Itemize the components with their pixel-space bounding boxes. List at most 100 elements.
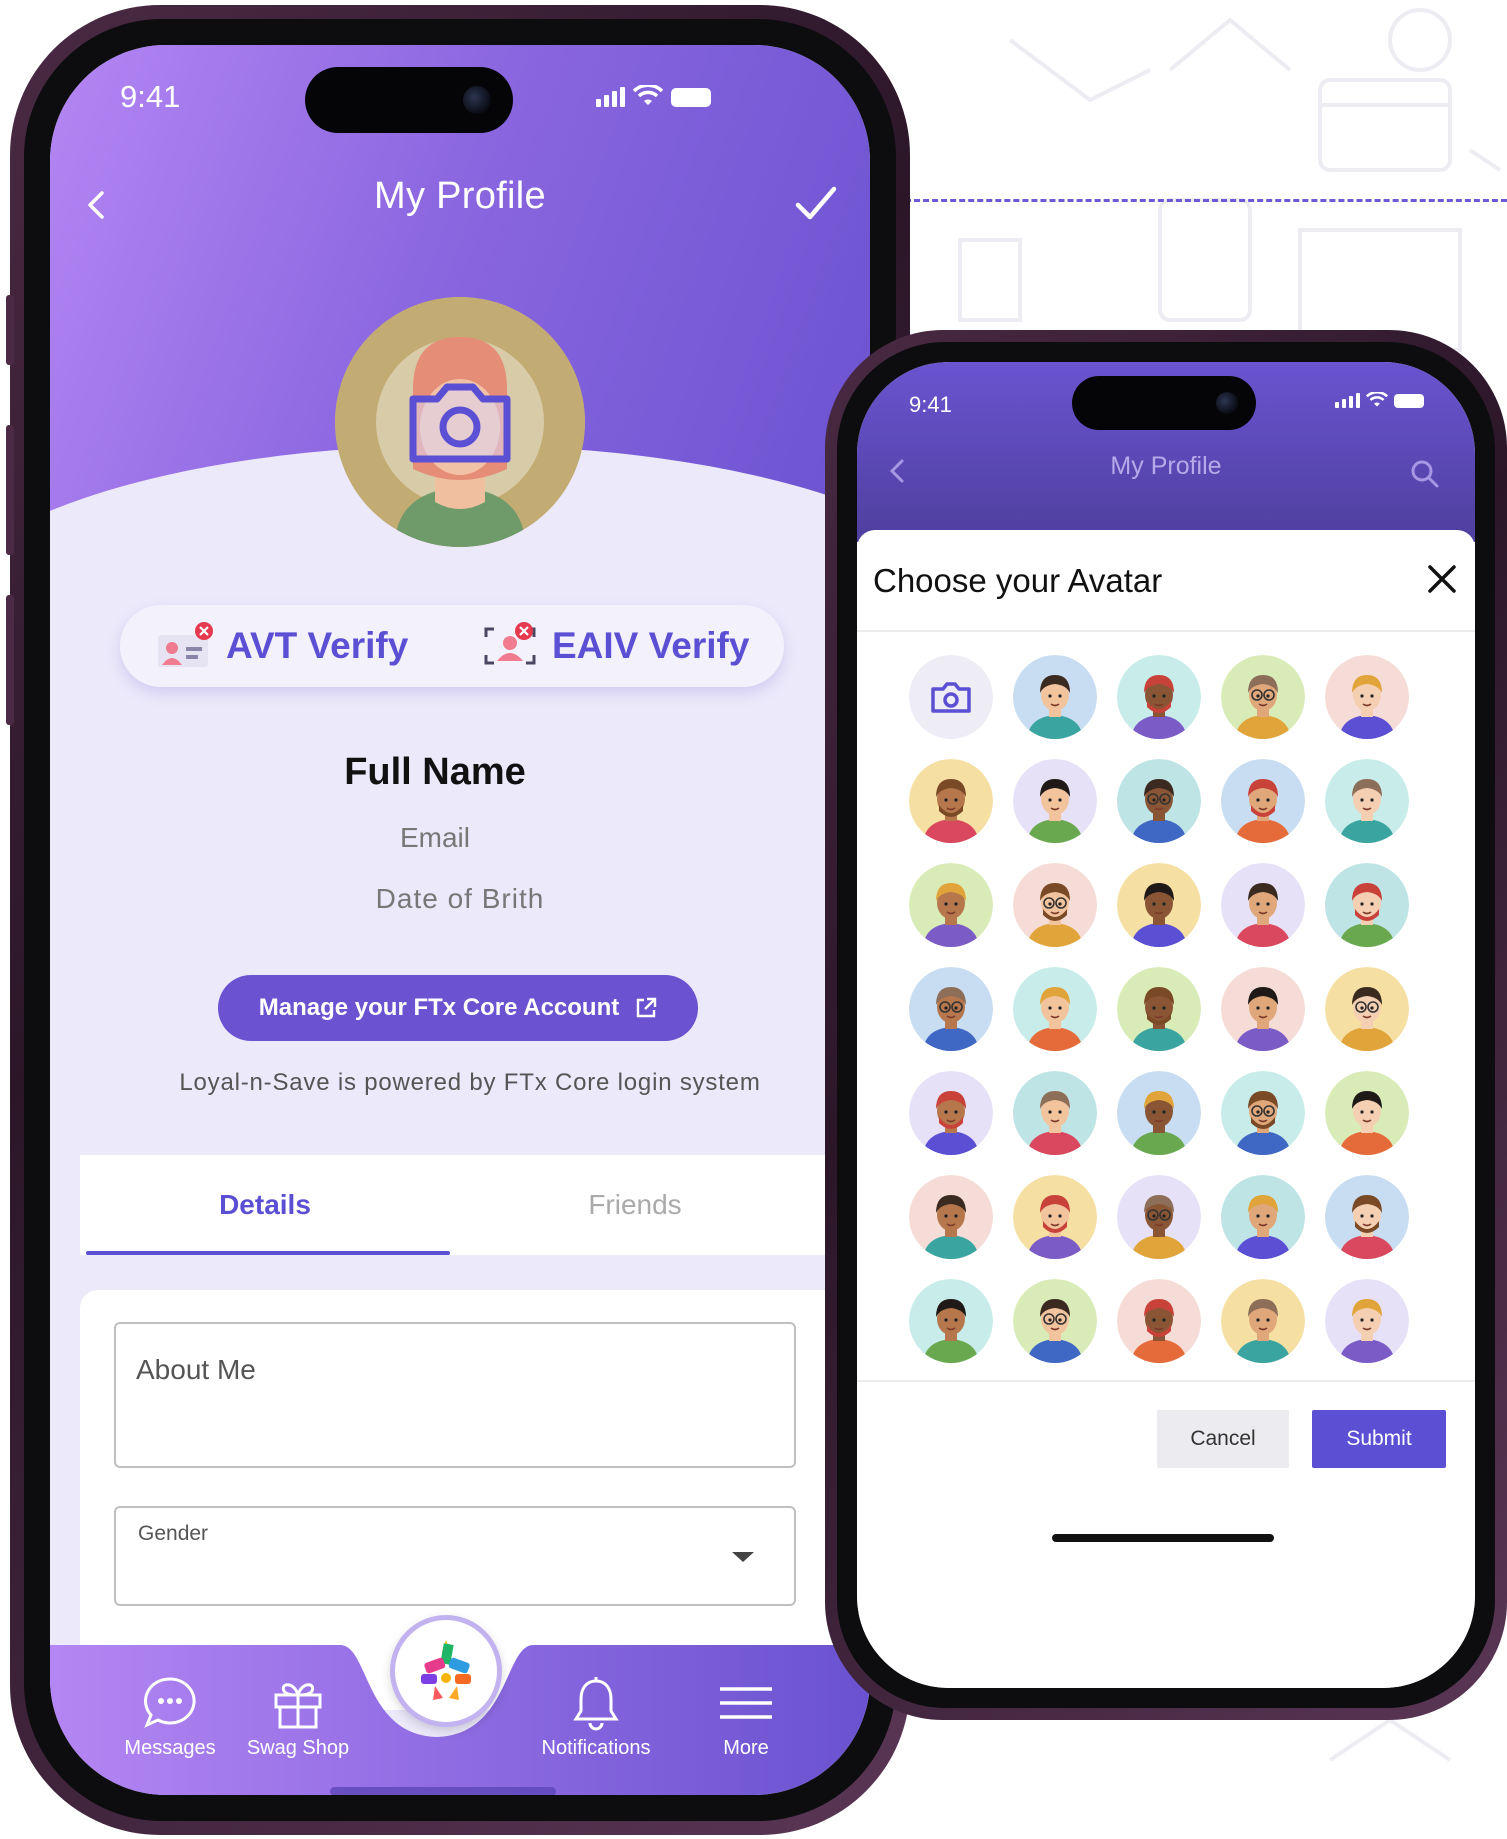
person-avatar-icon bbox=[1013, 967, 1097, 1051]
avatar-option[interactable] bbox=[1221, 1279, 1305, 1363]
home-indicator bbox=[1052, 1534, 1274, 1542]
person-avatar-icon bbox=[1221, 655, 1305, 739]
status-bar: 9:41 bbox=[50, 45, 870, 135]
avatar-option[interactable] bbox=[1325, 863, 1409, 947]
avatar-option[interactable] bbox=[1221, 655, 1305, 739]
camera-icon[interactable] bbox=[405, 377, 515, 467]
external-link-icon bbox=[637, 997, 657, 1018]
home-indicator bbox=[330, 1787, 556, 1795]
submit-button[interactable]: Submit bbox=[1312, 1410, 1446, 1468]
verification-bar: AVT Verify EAIV Verify bbox=[120, 605, 784, 687]
avatar-option[interactable] bbox=[1221, 863, 1305, 947]
avatar-option[interactable] bbox=[1325, 1279, 1409, 1363]
avatar-option[interactable] bbox=[1013, 1175, 1097, 1259]
avatar-option[interactable] bbox=[1325, 1071, 1409, 1155]
avatar-option[interactable] bbox=[1117, 655, 1201, 739]
id-card-verify-icon bbox=[158, 622, 213, 667]
phone-bezel: 9:41 bbox=[837, 342, 1495, 1708]
avatar-option[interactable] bbox=[1013, 1071, 1097, 1155]
avatar-option[interactable] bbox=[1117, 1175, 1201, 1259]
close-icon[interactable] bbox=[1425, 562, 1459, 596]
center-home-button[interactable] bbox=[390, 1615, 502, 1727]
profile-avatar[interactable] bbox=[335, 297, 585, 547]
avatar-option[interactable] bbox=[1221, 759, 1305, 843]
avatar-option[interactable] bbox=[1013, 863, 1097, 947]
avatar-option[interactable] bbox=[1013, 759, 1097, 843]
avatar-option[interactable] bbox=[1221, 967, 1305, 1051]
gender-select[interactable]: Gender bbox=[114, 1506, 796, 1606]
about-me-placeholder: About Me bbox=[136, 1354, 256, 1385]
person-avatar-icon bbox=[909, 967, 993, 1051]
camera-icon bbox=[909, 655, 993, 739]
avatar-option[interactable] bbox=[1117, 1279, 1201, 1363]
avatar-option[interactable] bbox=[1325, 655, 1409, 739]
gender-label: Gender bbox=[138, 1522, 209, 1545]
sheet-footer-divider bbox=[857, 1380, 1475, 1382]
avatar-option[interactable] bbox=[1013, 967, 1097, 1051]
avatar-option[interactable] bbox=[1325, 1175, 1409, 1259]
profile-date-of-birth: Date of Brith bbox=[375, 883, 545, 914]
search-icon[interactable] bbox=[1409, 458, 1441, 490]
battery-icon bbox=[1394, 394, 1424, 408]
avatar-grid bbox=[899, 650, 1419, 1375]
tab-friends[interactable]: Friends bbox=[450, 1155, 820, 1255]
profile-screen: 9:41 My Profile AVT Verify EAIV Verify F… bbox=[50, 45, 870, 1795]
avatar-option[interactable] bbox=[1013, 1279, 1097, 1363]
person-avatar-icon bbox=[1117, 1279, 1201, 1363]
avatar-option[interactable] bbox=[909, 759, 993, 843]
person-avatar-icon bbox=[1117, 863, 1201, 947]
avatar-option[interactable] bbox=[1221, 1071, 1305, 1155]
avatar-option[interactable] bbox=[1117, 1071, 1201, 1155]
avt-verify-button[interactable]: AVT Verify bbox=[154, 605, 408, 687]
person-avatar-icon bbox=[1117, 1071, 1201, 1155]
powered-by-text: Loyal-n-Save is powered by FTx Core logi… bbox=[179, 1069, 761, 1096]
avatar-option[interactable] bbox=[1325, 759, 1409, 843]
status-time: 9:41 bbox=[120, 79, 181, 114]
phone-side-button bbox=[6, 595, 14, 725]
avatar-option[interactable] bbox=[1117, 967, 1201, 1051]
manage-account-button[interactable]: Manage your FTx Core Account bbox=[218, 975, 698, 1041]
person-avatar-icon bbox=[909, 1279, 993, 1363]
avatar-option[interactable] bbox=[1221, 1175, 1305, 1259]
person-avatar-icon bbox=[1325, 1279, 1409, 1363]
person-avatar-icon bbox=[1325, 967, 1409, 1051]
upload-photo-option[interactable] bbox=[909, 655, 993, 739]
page-title: My Profile bbox=[1110, 452, 1222, 480]
avatar-picker-screen: 9:41 My Profile Choose your Avatar Cance… bbox=[857, 362, 1475, 1688]
avatar-sheet: Choose your Avatar Cancel Submit bbox=[857, 530, 1475, 1688]
app-logo-icon bbox=[421, 1640, 471, 1700]
signal-icon bbox=[596, 87, 625, 107]
status-bar: 9:41 bbox=[857, 362, 1475, 452]
nav-notifications[interactable]: Notifications bbox=[526, 1675, 666, 1760]
person-avatar-icon bbox=[1221, 967, 1305, 1051]
avatar-option[interactable] bbox=[909, 1071, 993, 1155]
avatar-option[interactable] bbox=[909, 1175, 993, 1259]
phone-bezel: 9:41 bbox=[24, 19, 896, 1821]
person-avatar-icon bbox=[1325, 1071, 1409, 1155]
avatar-option[interactable] bbox=[909, 863, 993, 947]
nav-swag-shop[interactable]: Swag Shop bbox=[228, 1675, 368, 1760]
person-avatar-icon bbox=[1013, 759, 1097, 843]
avatar-option[interactable] bbox=[909, 1279, 993, 1363]
chat-bubble-icon bbox=[144, 1677, 196, 1728]
about-me-field[interactable]: About Me bbox=[114, 1322, 796, 1468]
cancel-button[interactable]: Cancel bbox=[1157, 1410, 1289, 1468]
phone-side-button bbox=[6, 295, 14, 365]
avatar-option[interactable] bbox=[909, 967, 993, 1051]
phone-avatar-picker: 9:41 My Profile Choose your Avatar Cance… bbox=[825, 330, 1507, 1720]
eaiv-verify-button[interactable]: EAIV Verify bbox=[480, 605, 749, 687]
tab-details[interactable]: Details bbox=[80, 1155, 450, 1255]
avatar-option[interactable] bbox=[1325, 967, 1409, 1051]
phone-profile: 9:41 My Profile AVT Verify EAIV Verify F… bbox=[6, 5, 910, 1835]
profile-tabs: Details Friends bbox=[80, 1155, 870, 1255]
person-avatar-icon bbox=[1221, 1071, 1305, 1155]
front-camera-icon bbox=[463, 86, 491, 114]
avatar-option[interactable] bbox=[1013, 655, 1097, 739]
person-avatar-icon bbox=[1221, 1279, 1305, 1363]
avatar-option[interactable] bbox=[1117, 759, 1201, 843]
nav-messages[interactable]: Messages bbox=[100, 1675, 240, 1760]
nav-messages-label: Messages bbox=[124, 1737, 216, 1759]
avatar-option[interactable] bbox=[1117, 863, 1201, 947]
nav-more[interactable]: More bbox=[676, 1675, 816, 1760]
checkmark-icon[interactable] bbox=[792, 181, 840, 225]
